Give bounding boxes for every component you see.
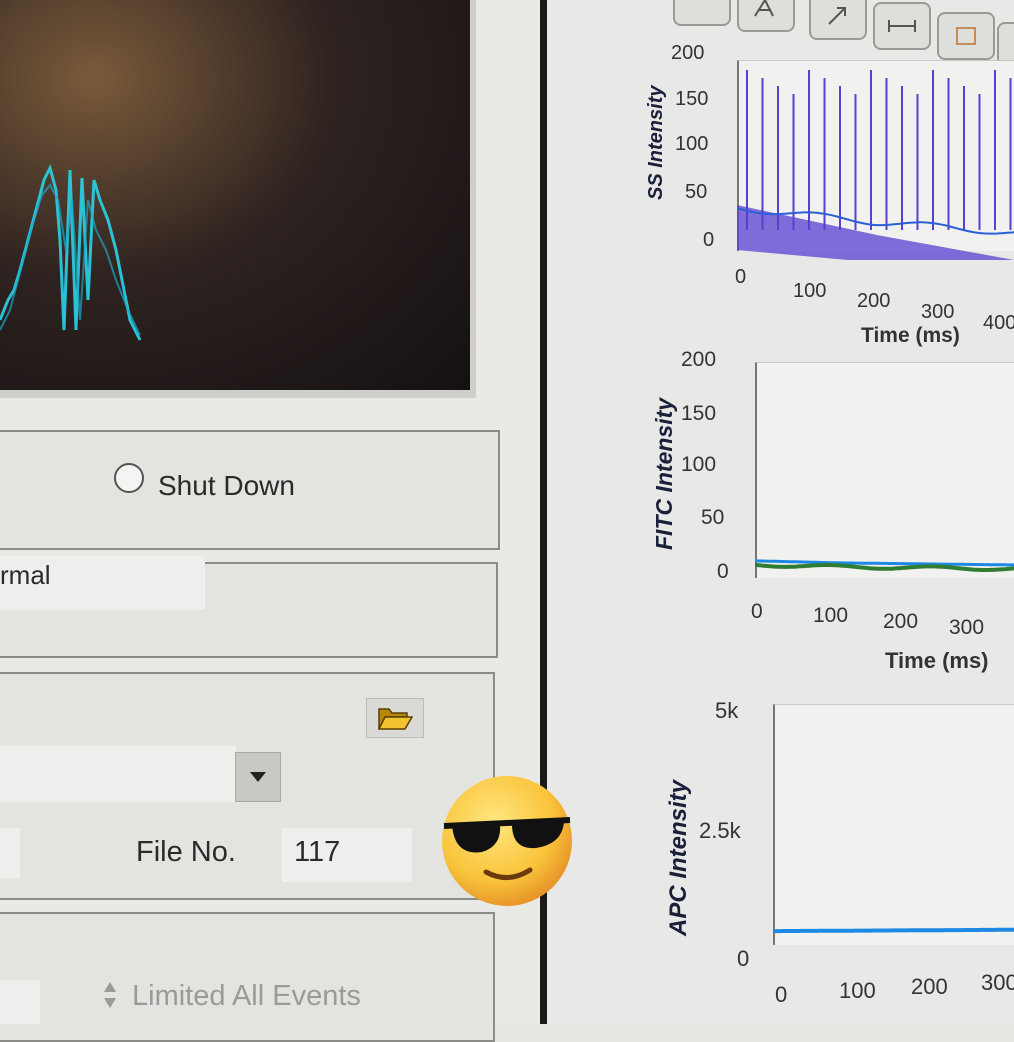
apc-xtick: 0 (775, 982, 788, 1007)
fitc-ytick: 150 (681, 402, 717, 425)
spinner-arrows-icon[interactable] (102, 980, 118, 1010)
ss-xtick: 200 (857, 290, 891, 312)
ss-plot-area (737, 70, 1014, 260)
events-left-field[interactable] (0, 980, 40, 1024)
apc-xtick: 300 (981, 970, 1014, 995)
ss-ytick: 150 (675, 88, 709, 110)
shutdown-label: Shut Down (158, 470, 295, 501)
fitc-xtick: 100 (813, 604, 849, 627)
fitc-xtick: 200 (883, 610, 919, 633)
events-option[interactable]: Limited All Events (132, 980, 361, 1013)
ss-ytick: 200 (671, 42, 705, 64)
fitc-xtick: 0 (751, 600, 763, 623)
ss-xtick: 300 (921, 301, 955, 323)
mode-value: rmal (0, 560, 51, 590)
apc-xtick: 200 (911, 974, 948, 999)
scope-waveform (0, 163, 142, 341)
folder-open-icon (377, 708, 413, 730)
ss-y-axis-label: SS Intensity (645, 85, 667, 200)
fitc-plot-area (755, 559, 1014, 572)
ss-ytick: 50 (685, 181, 708, 203)
graphs-panel: SS Intensity 200 150 100 50 0 0 100 200 … (547, 0, 1014, 1024)
fitc-x-axis-label: Time (ms) (885, 648, 989, 673)
fitc-ytick: 50 (701, 506, 725, 529)
apc-intensity-chart: APC Intensity 5k 2.5k 0 0 100 200 300 (547, 680, 1014, 1024)
oscilloscope-display (0, 0, 476, 398)
ss-intensity-chart: SS Intensity 200 150 100 50 0 0 100 200 … (547, 0, 1014, 360)
apc-plot-area (773, 927, 1014, 934)
sunglasses-smiley-icon (442, 776, 572, 906)
apc-xtick: 100 (839, 978, 876, 1003)
fitc-intensity-chart: FITC Intensity 200 150 100 50 0 0 100 20… (547, 340, 1014, 680)
apc-ytick: 5k (715, 698, 739, 723)
file-no-label: File No. (136, 836, 236, 868)
fitc-xtick: 300 (949, 616, 985, 639)
ss-xtick: 0 (735, 266, 747, 288)
shutdown-radio[interactable] (114, 463, 144, 493)
ss-xtick: 100 (793, 280, 827, 302)
fitc-ytick: 200 (681, 348, 717, 371)
ss-ytick: 100 (675, 133, 709, 155)
fitc-ytick: 0 (717, 560, 729, 583)
file-left-field[interactable] (0, 828, 20, 878)
fitc-ytick: 100 (681, 453, 717, 476)
apc-y-axis-label: APC Intensity (665, 779, 692, 936)
file-no-value: 117 (294, 836, 341, 868)
fitc-y-axis-label: FITC Intensity (651, 397, 677, 550)
series-line (755, 559, 1014, 567)
browse-folder-button[interactable] (366, 698, 424, 738)
events-group (0, 912, 495, 1042)
ss-ytick: 0 (703, 229, 715, 251)
apc-ytick: 2.5k (699, 818, 741, 843)
file-dropdown-button[interactable] (235, 752, 281, 802)
ss-xtick: 400 (983, 312, 1014, 334)
triangle-down-icon (250, 772, 266, 782)
file-path-field[interactable] (0, 746, 236, 802)
apc-ytick: 0 (737, 946, 750, 971)
series-line (773, 927, 1014, 934)
